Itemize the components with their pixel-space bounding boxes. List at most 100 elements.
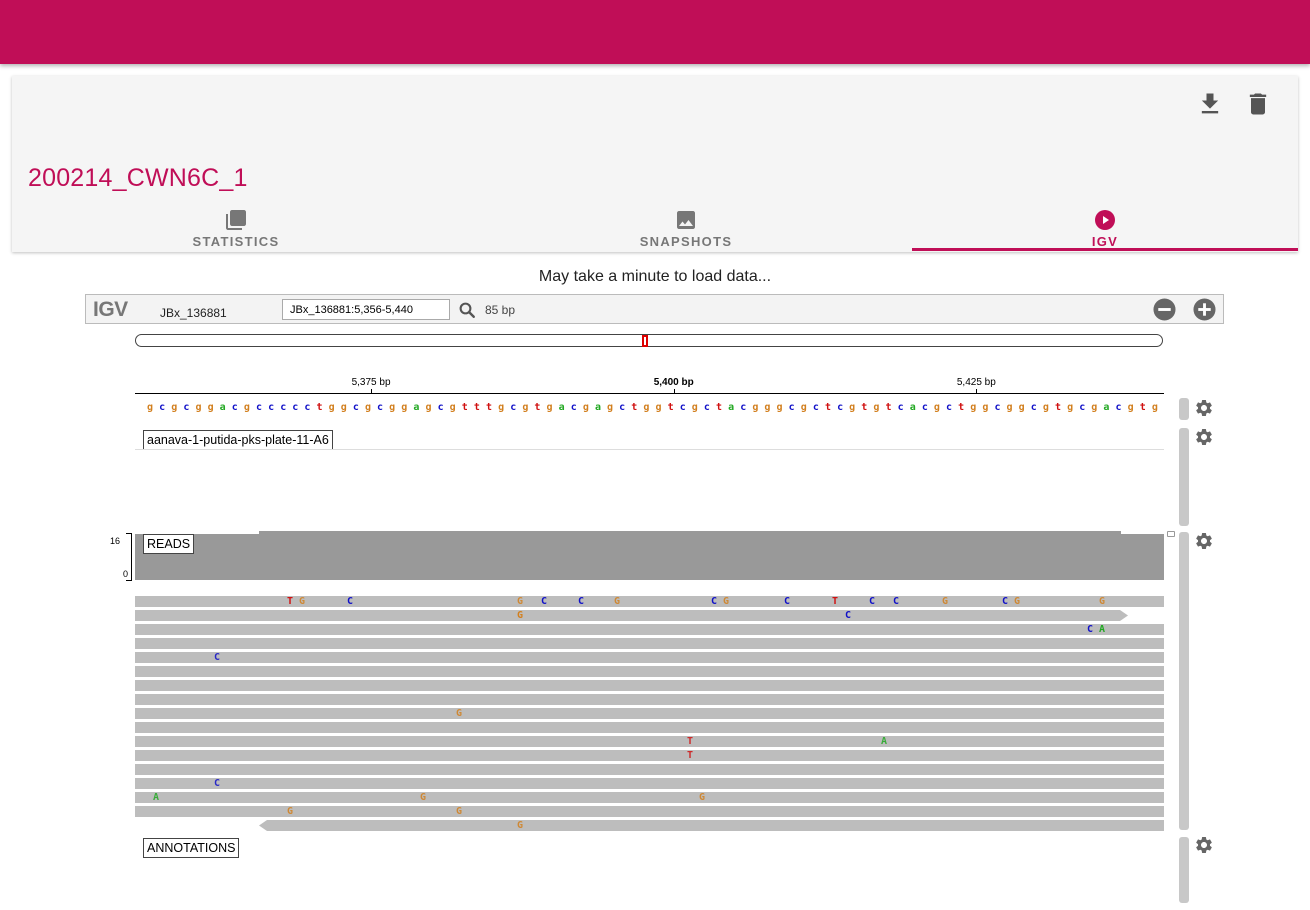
mismatch-base: G (455, 806, 463, 817)
reads-track-scrollbar[interactable] (1179, 532, 1189, 830)
alignment-read[interactable] (135, 680, 1164, 691)
sequence-track-scrollbar[interactable] (1179, 398, 1189, 420)
result-card: 200214_CWN6C_1 STATISTICS SNAPSHOTS IGV (12, 76, 1298, 252)
track-divider (135, 449, 1164, 450)
mismatch-base: G (455, 708, 463, 719)
zoom-in-icon[interactable] (1193, 298, 1216, 321)
alignment-read[interactable] (135, 652, 1164, 663)
tab-igv[interactable]: IGV (912, 204, 1298, 252)
mismatch-base: A (880, 736, 888, 747)
chromosome-select[interactable]: JBx_136881 (160, 306, 227, 320)
alignment-read[interactable] (135, 610, 1128, 621)
ruler-tick-label: 5,375 bp (351, 377, 391, 388)
ruler-tick-label: 5,400 bp (653, 377, 694, 388)
mismatch-base: G (722, 596, 730, 607)
track-name-label: aanava-1-putida-pks-plate-11-A6 (143, 430, 333, 450)
zoom-out-icon[interactable] (1153, 298, 1176, 321)
ruler-axis (135, 393, 1164, 394)
mismatch-base: G (516, 610, 524, 621)
search-icon[interactable] (458, 301, 476, 319)
sequence-base: a (1103, 402, 1110, 413)
alignment-read[interactable] (135, 764, 1164, 775)
sequence-base: t (473, 402, 480, 413)
ruler-tick (673, 389, 675, 394)
ruler-track: 5,375 bp 5,400 bp 5,425 bp (135, 372, 1164, 394)
annotations-track-scrollbar[interactable] (1179, 837, 1189, 903)
sequence-base: t (861, 402, 868, 413)
mismatch-base: A (1098, 624, 1106, 635)
alignment-read[interactable] (135, 666, 1164, 677)
sequence-base: g (340, 402, 347, 413)
reads-settings-gear-icon[interactable] (1194, 531, 1214, 551)
tab-label: SNAPSHOTS (639, 234, 733, 249)
sequence-base: g (147, 402, 154, 413)
loading-message: May take a minute to load data... (538, 268, 772, 285)
sequence-settings-gear-icon[interactable] (1194, 398, 1214, 418)
mismatch-base: C (1001, 596, 1009, 607)
sequence-base: g (243, 402, 250, 413)
sequence-base: g (849, 402, 856, 413)
sequence-base: g (328, 402, 335, 413)
sequence-base: t (1054, 402, 1061, 413)
sequence-base: t (486, 402, 493, 413)
sequence-base: g (546, 402, 553, 413)
sequence-base: g (691, 402, 698, 413)
download-button[interactable] (1196, 90, 1224, 118)
tab-statistics[interactable]: STATISTICS (12, 204, 460, 252)
expand-toggle[interactable] (1167, 531, 1175, 537)
tab-snapshots[interactable]: SNAPSHOTS (460, 204, 912, 252)
chromosome-ideogram[interactable] (135, 334, 1163, 347)
sequence-base: g (171, 402, 178, 413)
mismatch-base: T (831, 596, 839, 607)
alignment-read[interactable] (135, 624, 1164, 635)
alignment-read[interactable] (259, 820, 1164, 831)
sequence-base: a (728, 402, 735, 413)
sequence-base: c (437, 402, 444, 413)
sequence-base: g (364, 402, 371, 413)
alignment-read[interactable] (135, 638, 1164, 649)
track-settings-gear-icon[interactable] (1194, 427, 1214, 447)
annotations-settings-gear-icon[interactable] (1194, 835, 1214, 855)
sequence-base: c (619, 402, 626, 413)
sequence-base: t (461, 402, 468, 413)
sequence-base: g (776, 402, 783, 413)
sequence-base: c (510, 402, 517, 413)
mismatch-base: C (783, 596, 791, 607)
sequence-base: c (377, 402, 384, 413)
track-scrollbar[interactable] (1179, 428, 1189, 526)
alignment-read[interactable] (135, 708, 1164, 719)
sequence-base: g (582, 402, 589, 413)
sequence-base: g (389, 402, 396, 413)
page-title: 200214_CWN6C_1 (28, 164, 248, 192)
locus-input[interactable] (282, 299, 450, 320)
alignment-read[interactable] (135, 778, 1164, 789)
sequence-base: c (921, 402, 928, 413)
mismatch-base: G (516, 820, 524, 831)
mismatch-base: G (286, 806, 294, 817)
alignment-read[interactable] (135, 750, 1164, 761)
delete-button[interactable] (1244, 90, 1272, 118)
image-icon (677, 211, 695, 229)
sequence-base: c (1115, 402, 1122, 413)
alignment-read[interactable] (135, 792, 1164, 803)
alignment-read[interactable] (135, 694, 1164, 705)
alignment-read[interactable] (135, 722, 1164, 733)
sequence-base: c (292, 402, 299, 413)
sequence-base: c (837, 402, 844, 413)
sequence-base: c (679, 402, 686, 413)
sequence-base: c (255, 402, 263, 413)
reads-track-label: READS (143, 534, 195, 554)
sequence-base: t (1139, 402, 1146, 413)
coverage-scale-bracket (126, 533, 132, 581)
alignment-read[interactable] (135, 736, 1164, 747)
sequence-base: c (994, 402, 1001, 413)
sequence-base: g (764, 402, 771, 413)
sequence-base: g (800, 402, 807, 413)
sequence-base: g (449, 402, 456, 413)
mismatch-base: T (686, 750, 694, 761)
sequence-base: g (1091, 402, 1098, 413)
mismatch-base: G (613, 596, 621, 607)
tab-label: IGV (1091, 234, 1119, 249)
sequence-base: g (643, 402, 650, 413)
sequence-base: t (316, 402, 323, 413)
